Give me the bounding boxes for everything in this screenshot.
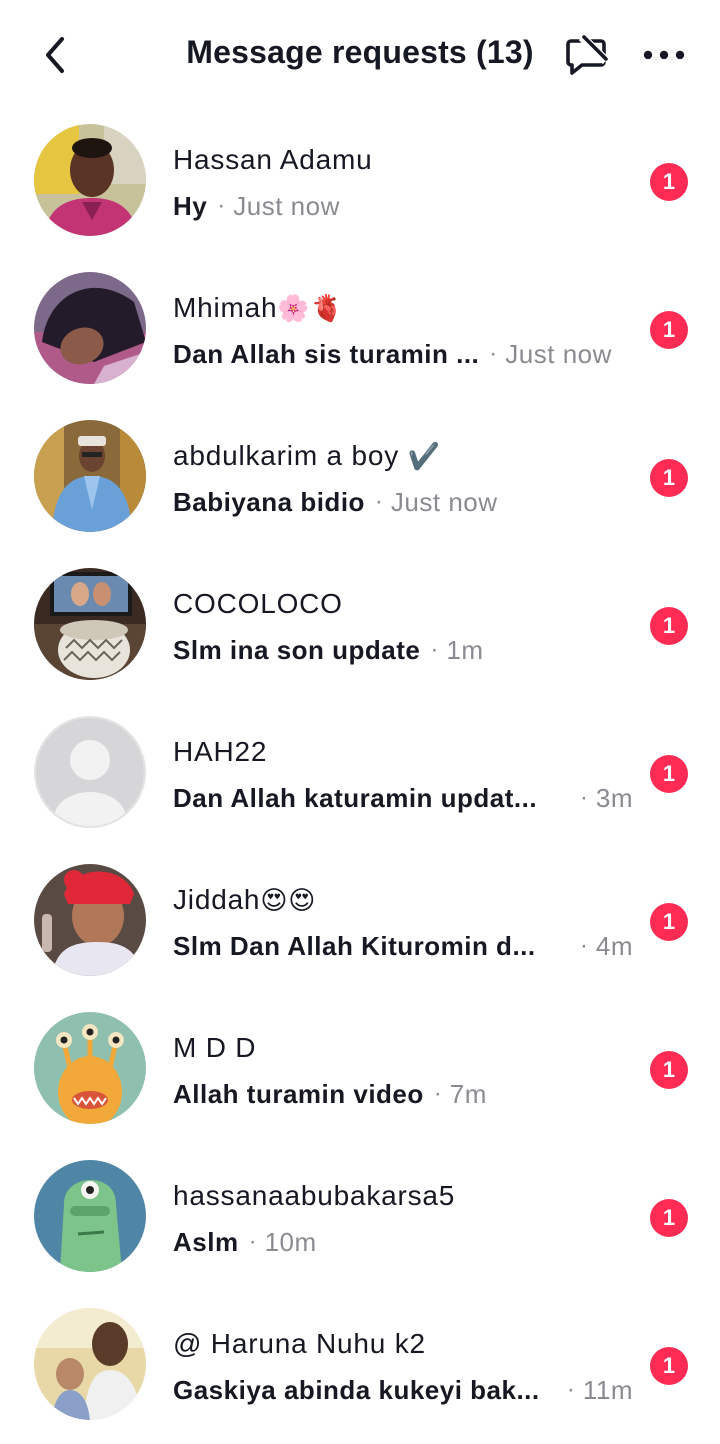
avatar[interactable] [34,1308,146,1420]
avatar[interactable] [34,864,146,976]
top-bar: Message requests (13) [0,0,720,108]
sender-name: Jiddah😍😍 [173,884,317,916]
message-text: Aslm [173,1226,239,1257]
sender-name: Hassan Adamu [173,144,373,175]
timestamp: 1m [446,634,484,665]
unread-badge: 1 [650,755,688,793]
timestamp: Just now [505,338,612,369]
mute-requests-button[interactable] [558,28,614,82]
message-preview: Dan Allah sis turamin ... · Just now [173,336,633,372]
more-options-button[interactable] [638,30,690,80]
avatar[interactable] [34,272,146,384]
separator-dot: · [248,1228,257,1255]
timestamp: 10m [264,1226,317,1257]
timestamp: 11m [582,1374,633,1405]
message-text: Dan Allah katuramin updat... [173,782,538,813]
list-item[interactable]: COCOLOCO Slm ina son update · 1m 1 [0,552,720,700]
timestamp: Just now [233,190,340,221]
name-emoji: 🌸🫀 [277,294,344,324]
avatar[interactable] [34,1012,146,1124]
avatar[interactable] [34,124,146,236]
message-text: Slm ina son update [173,634,421,665]
list-item[interactable]: Jiddah😍😍 Slm Dan Allah Kituromin d... · … [0,848,720,996]
unread-badge: 1 [650,903,688,941]
message-text: Gaskiya abinda kukeyi bak... [173,1374,540,1405]
message-preview: Slm ina son update · 1m [173,632,633,668]
message-preview: Hy · Just now [173,188,633,224]
separator-dot: · [374,488,383,515]
message-preview: Slm Dan Allah Kituromin d... · 4m [173,928,633,964]
list-item[interactable]: @ Haruna Nuhu k2 Gaskiya abinda kukeyi b… [0,1292,720,1440]
avatar[interactable] [34,716,146,828]
default-avatar-icon [36,718,144,826]
separator-dot: · [430,636,439,663]
message-preview: Gaskiya abinda kukeyi bak... · 11m [173,1372,633,1408]
separator-dot: · [433,1080,442,1107]
list-item[interactable]: HAH22 Dan Allah katuramin updat... · 3m … [0,700,720,848]
separator-dot: · [566,1376,575,1403]
message-preview: Babiyana bidio · Just now [173,484,633,520]
message-preview: Dan Allah katuramin updat... · 3m [173,780,633,816]
sender-name: Mhimah🌸🫀 [173,292,344,324]
timestamp: 3m [595,782,633,813]
message-preview: Allah turamin video · 7m [173,1076,633,1112]
unread-badge: 1 [650,607,688,645]
timestamp: Just now [390,486,498,517]
list-item[interactable]: Mhimah🌸🫀 Dan Allah sis turamin ... · Jus… [0,256,720,404]
sender-name: @ Haruna Nuhu k2 [173,1328,426,1359]
name-emoji: 😍😍 [260,886,317,916]
unread-badge: 1 [650,1051,688,1089]
timestamp: 4m [595,930,633,961]
unread-badge: 1 [650,1199,688,1237]
sender-name: M D D [173,1032,257,1063]
message-text: Dan Allah sis turamin ... [173,338,480,369]
name-emoji: ✔️ [407,442,441,472]
separator-dot: · [489,340,498,367]
message-text: Babiyana bidio [173,486,365,517]
avatar[interactable] [34,1160,146,1272]
sender-name: HAH22 [173,736,268,767]
timestamp: 7m [449,1078,487,1109]
message-preview: Aslm · 10m [173,1224,633,1260]
unread-badge: 1 [650,1347,688,1385]
message-request-list: Hassan Adamu Hy · Just now 1 Mhimah🌸🫀 Da… [0,108,720,1440]
chat-off-icon [566,33,610,75]
sender-name: COCOLOCO [173,588,343,619]
unread-badge: 1 [650,459,688,497]
message-text: Hy [173,190,208,221]
message-text: Allah turamin video [173,1078,424,1109]
separator-dot: · [579,784,588,811]
separator-dot: · [579,932,588,959]
list-item[interactable]: M D D Allah turamin video · 7m 1 [0,996,720,1144]
sender-name: hassanaabubakarsa5 [173,1180,456,1211]
message-text: Slm Dan Allah Kituromin d... [173,930,536,961]
more-horizontal-icon [643,50,685,60]
list-item[interactable]: Hassan Adamu Hy · Just now 1 [0,108,720,256]
unread-badge: 1 [650,163,688,201]
list-item[interactable]: abdulkarim a boy ✔️ Babiyana bidio · Jus… [0,404,720,552]
avatar[interactable] [34,568,146,680]
avatar[interactable] [34,420,146,532]
unread-badge: 1 [650,311,688,349]
sender-name: abdulkarim a boy ✔️ [173,440,441,472]
separator-dot: · [217,192,226,219]
list-item[interactable]: hassanaabubakarsa5 Aslm · 10m 1 [0,1144,720,1292]
